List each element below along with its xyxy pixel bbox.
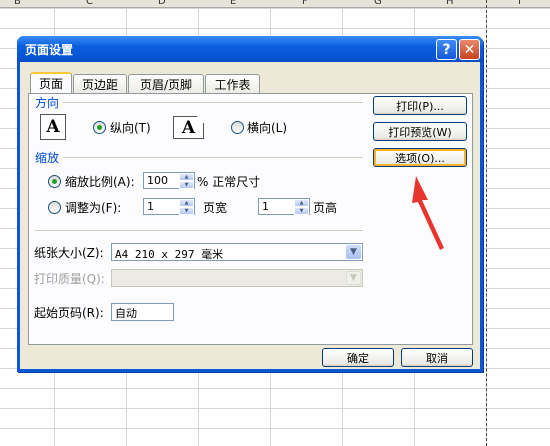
tab-header-footer-label: 页眉/页脚 (139, 77, 193, 92)
pages-tall-spin-arrows[interactable]: ▲ ▼ (294, 199, 309, 215)
spin-up-icon[interactable]: ▲ (179, 199, 194, 207)
column-header-f[interactable]: F (302, 0, 308, 7)
tab-page-label: 页面 (38, 77, 63, 91)
chevron-down-icon: ▼ (346, 271, 361, 285)
zoom-spin-arrows[interactable]: ▲ ▼ (179, 173, 194, 189)
portrait-page-icon: A (40, 114, 66, 140)
grid-line (0, 28, 550, 29)
landscape-page-icon: A (173, 116, 204, 139)
zoom-radio[interactable] (48, 175, 61, 188)
zoom-spinner[interactable]: 100 ▲ ▼ (143, 172, 195, 189)
scaling-group-label: 缩放 (35, 151, 60, 165)
paper-size-value: A4 210 x 297 毫米 (115, 248, 224, 261)
help-button[interactable]: ? (436, 39, 457, 60)
pages-tall-spinner[interactable]: 1 ▲ ▼ (258, 198, 310, 215)
pages-wide-spin-arrows[interactable]: ▲ ▼ (179, 199, 194, 215)
tab-margins[interactable]: 页边距 (73, 74, 127, 93)
portrait-radio[interactable] (93, 121, 106, 134)
first-page-number-label: 起始页码(R): (34, 306, 104, 320)
help-icon: ? (442, 41, 451, 58)
first-page-number-input[interactable]: 自动 (111, 303, 174, 321)
pages-tall-label: 页高 (313, 201, 338, 215)
spin-down-icon[interactable]: ▼ (179, 181, 194, 189)
print-preview-button[interactable]: 打印预览(W) (373, 122, 467, 141)
column-header-i[interactable]: I (518, 0, 521, 7)
column-header-c[interactable]: C (86, 0, 93, 7)
paper-size-select[interactable]: A4 210 x 297 毫米 ▼ (111, 243, 363, 261)
column-header-row: B C D E F G H I (0, 0, 550, 8)
close-icon: ✕ (463, 41, 476, 58)
cancel-button[interactable]: 取消 (401, 348, 473, 367)
section-divider (35, 230, 363, 231)
grid-line (0, 388, 550, 389)
tab-header-footer[interactable]: 页眉/页脚 (128, 74, 204, 93)
spin-down-icon[interactable]: ▼ (179, 207, 194, 215)
column-header-d[interactable]: D (158, 0, 166, 7)
spin-up-icon[interactable]: ▲ (179, 173, 194, 181)
tab-sheet-label: 工作表 (214, 77, 251, 92)
grid-line (0, 8, 550, 9)
zoom-value: 100 (147, 174, 168, 187)
print-button[interactable]: 打印(P)... (373, 96, 467, 115)
dialog-titlebar[interactable]: 页面设置 ? ✕ (17, 36, 483, 62)
spin-up-icon[interactable]: ▲ (294, 199, 309, 207)
pages-tall-value: 1 (262, 200, 269, 213)
spin-down-icon[interactable]: ▼ (294, 207, 309, 215)
grid-line (0, 428, 550, 429)
pages-wide-spinner[interactable]: 1 ▲ ▼ (143, 198, 195, 215)
chevron-down-icon[interactable]: ▼ (346, 245, 361, 259)
options-button[interactable]: 选项(O)... (373, 148, 467, 167)
landscape-icon-glyph: A (181, 117, 196, 138)
paper-size-label: 纸张大小(Z): (34, 246, 104, 260)
zoom-label[interactable]: 缩放比例(A): (65, 173, 135, 190)
tab-page[interactable]: 页面 (30, 72, 72, 93)
page-break-line (486, 0, 487, 446)
ok-button[interactable]: 确定 (322, 348, 394, 367)
dialog-title: 页面设置 (25, 43, 74, 57)
tab-sheet[interactable]: 工作表 (205, 74, 260, 93)
portrait-label[interactable]: 纵向(T) (110, 119, 151, 136)
annotation-arrow-icon (412, 176, 444, 250)
pages-wide-label: 页宽 (203, 201, 228, 215)
group-divider (63, 157, 363, 158)
group-divider (63, 102, 363, 103)
grid-line (0, 408, 550, 409)
column-header-h[interactable]: H (446, 0, 454, 7)
column-header-e[interactable]: E (230, 0, 236, 7)
fit-to-radio[interactable] (48, 201, 61, 214)
landscape-label[interactable]: 横向(L) (247, 119, 287, 136)
portrait-icon-glyph: A (46, 117, 60, 137)
fit-to-label[interactable]: 调整为(F): (65, 199, 121, 216)
print-quality-select: ▼ (111, 269, 363, 287)
pages-wide-value: 1 (147, 200, 154, 213)
orientation-group-label: 方向 (35, 96, 60, 110)
column-header-b[interactable]: B (14, 0, 21, 7)
landscape-radio[interactable] (231, 121, 244, 134)
print-quality-label: 打印质量(Q): (34, 272, 105, 286)
close-button[interactable]: ✕ (459, 39, 480, 60)
zoom-suffix: % 正常尺寸 (197, 175, 261, 189)
column-header-g[interactable]: G (374, 0, 382, 7)
tab-margins-label: 页边距 (81, 77, 118, 92)
